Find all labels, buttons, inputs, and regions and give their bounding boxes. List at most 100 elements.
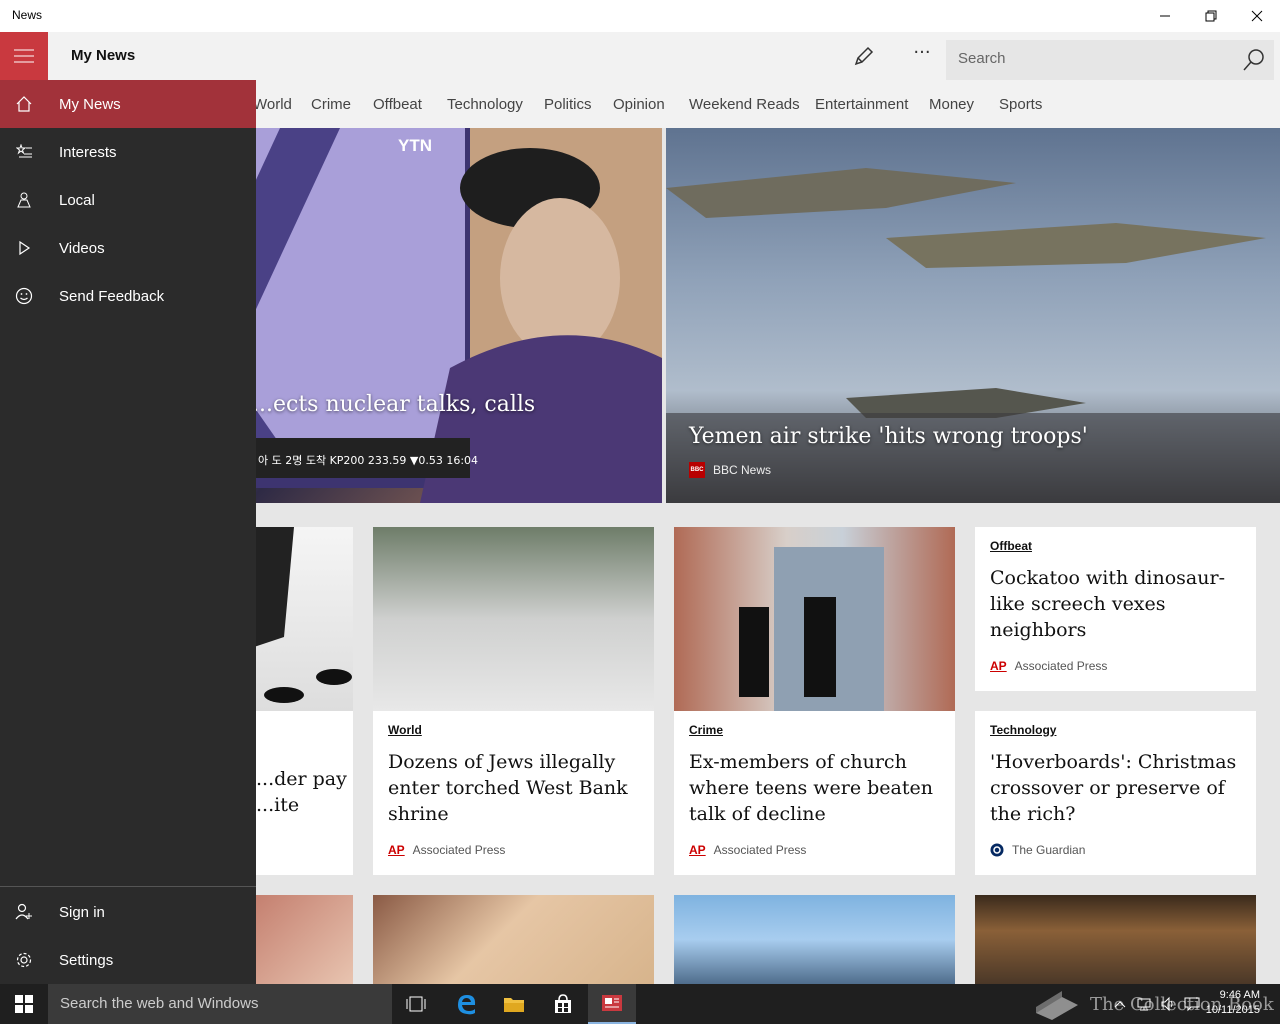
- task-view-button[interactable]: [392, 984, 440, 1024]
- hero-title-left: ...ects nuclear talks, calls: [252, 392, 536, 417]
- store-icon: [555, 994, 571, 1013]
- card-source: AP Associated Press: [689, 843, 807, 857]
- page-title: My News: [71, 47, 136, 64]
- ap-logo: AP: [990, 659, 1007, 673]
- tab-technology[interactable]: Technology: [447, 96, 523, 113]
- taskbar: Search the web and Windows The Collectio…: [0, 984, 1280, 1024]
- restore-icon: [1205, 10, 1217, 22]
- task-view-icon: [406, 996, 426, 1012]
- clock-time: 9:46 AM: [1219, 989, 1260, 1001]
- pencil-icon: [854, 46, 874, 66]
- nav-item-local[interactable]: Local: [0, 176, 256, 224]
- home-icon: [16, 96, 32, 112]
- local-icon: [17, 192, 31, 208]
- store-button[interactable]: [539, 984, 587, 1024]
- navigation-drawer: My News Interests Local Videos Send Feed…: [0, 80, 256, 984]
- card-title: Cockatoo with dinosaur-like screech vexe…: [990, 567, 1225, 641]
- news-card[interactable]: Crime Ex-members of church where teens w…: [674, 527, 955, 875]
- ytn-logo: YTN: [398, 136, 432, 155]
- news-card-text[interactable]: Offbeat Cockatoo with dinosaur-like scre…: [975, 527, 1256, 691]
- minimize-icon: [1160, 15, 1170, 17]
- ap-logo: AP: [689, 843, 706, 857]
- card-title: ...der pay ...ite: [256, 768, 347, 816]
- news-card-image[interactable]: [975, 895, 1256, 984]
- card-category[interactable]: Technology: [990, 723, 1241, 737]
- card-category[interactable]: Crime: [689, 723, 940, 737]
- hamburger-icon: [14, 49, 34, 63]
- search-icon[interactable]: [1242, 48, 1266, 72]
- edit-button[interactable]: [852, 44, 876, 68]
- close-button[interactable]: [1234, 0, 1280, 32]
- edge-button[interactable]: [442, 984, 490, 1024]
- nav-item-interests[interactable]: Interests: [0, 128, 256, 176]
- minimize-button[interactable]: [1142, 0, 1188, 32]
- news-card-image[interactable]: [254, 895, 353, 984]
- card-image: [373, 527, 654, 711]
- window-title: News: [12, 8, 43, 22]
- bbc-logo: BBC: [689, 462, 705, 478]
- file-explorer-button[interactable]: [490, 984, 538, 1024]
- card-category[interactable]: World: [388, 723, 639, 737]
- news-card-text[interactable]: Technology 'Hoverboards': Christmas cros…: [975, 711, 1256, 875]
- nav-item-videos[interactable]: Videos: [0, 224, 256, 272]
- play-icon: [19, 240, 31, 256]
- interests-icon: [16, 144, 32, 158]
- search-placeholder: Search: [958, 50, 1006, 67]
- smiley-icon: [15, 287, 33, 305]
- tab-sports[interactable]: Sports: [999, 96, 1042, 113]
- window-titlebar: News: [0, 0, 1280, 32]
- news-card-partial[interactable]: ...der pay ...ite: [254, 527, 353, 875]
- tab-entertainment[interactable]: Entertainment: [815, 96, 908, 113]
- search-input[interactable]: Search: [946, 40, 1274, 80]
- folder-icon: [504, 998, 524, 1012]
- nav-item-my-news[interactable]: My News: [0, 80, 256, 128]
- card-category[interactable]: Offbeat: [990, 539, 1241, 553]
- taskbar-search-input[interactable]: Search the web and Windows: [48, 984, 392, 1024]
- news-icon: [602, 995, 622, 1011]
- tab-crime[interactable]: Crime: [311, 96, 351, 113]
- card-source: The Guardian: [990, 843, 1085, 857]
- tab-weekend-reads[interactable]: Weekend Reads: [689, 96, 800, 113]
- news-app-button[interactable]: [588, 984, 636, 1024]
- app-bar: My News ··· Search: [0, 32, 1280, 80]
- tab-politics[interactable]: Politics: [544, 96, 592, 113]
- card-image: [674, 527, 955, 711]
- nav-item-sign-in[interactable]: Sign in: [0, 888, 256, 936]
- card-image: [254, 527, 353, 711]
- tab-world[interactable]: World: [253, 96, 292, 113]
- restore-button[interactable]: [1188, 0, 1234, 32]
- volume-icon[interactable]: [1160, 996, 1176, 1012]
- news-card[interactable]: World Dozens of Jews illegally enter tor…: [373, 527, 654, 875]
- tab-offbeat[interactable]: Offbeat: [373, 96, 422, 113]
- tab-opinion[interactable]: Opinion: [613, 96, 665, 113]
- card-source: AP Associated Press: [990, 659, 1108, 673]
- hamburger-button[interactable]: [0, 32, 48, 80]
- taskbar-search-placeholder: Search the web and Windows: [60, 995, 259, 1012]
- hero-source-right: BBC BBC News: [689, 462, 771, 478]
- tab-money[interactable]: Money: [929, 96, 974, 113]
- news-card-image[interactable]: [373, 895, 654, 984]
- start-button[interactable]: [0, 984, 48, 1024]
- chevron-up-icon[interactable]: [1112, 996, 1128, 1012]
- edge-icon: [458, 995, 476, 1015]
- close-icon: [1251, 10, 1263, 22]
- hero-ticker: 아 도 2명 도착 KP200 233.59 ▼0.53 16:04: [258, 454, 479, 467]
- notifications-icon[interactable]: [1184, 996, 1200, 1012]
- hero-story-right[interactable]: Yemen air strike 'hits wrong troops' BBC…: [666, 128, 1280, 503]
- more-button[interactable]: ···: [906, 42, 938, 70]
- network-icon[interactable]: [1136, 996, 1152, 1012]
- card-title: 'Hoverboards': Christmas crossover or pr…: [990, 751, 1237, 825]
- nav-item-settings[interactable]: Settings: [0, 936, 256, 984]
- card-source: AP Associated Press: [388, 843, 506, 857]
- windows-logo-icon: [15, 995, 33, 1013]
- card-title: Dozens of Jews illegally enter torched W…: [388, 751, 628, 825]
- gear-icon: [16, 952, 32, 968]
- person-icon: [15, 903, 32, 920]
- hero-title-right: Yemen air strike 'hits wrong troops': [689, 424, 1088, 449]
- taskbar-clock[interactable]: 9:46 AM 10/11/2015: [1206, 988, 1260, 1018]
- ap-logo: AP: [388, 843, 405, 857]
- card-title: Ex-members of church where teens were be…: [689, 751, 933, 825]
- guardian-logo-icon: [990, 843, 1004, 857]
- nav-item-send-feedback[interactable]: Send Feedback: [0, 272, 256, 320]
- news-card-image[interactable]: [674, 895, 955, 984]
